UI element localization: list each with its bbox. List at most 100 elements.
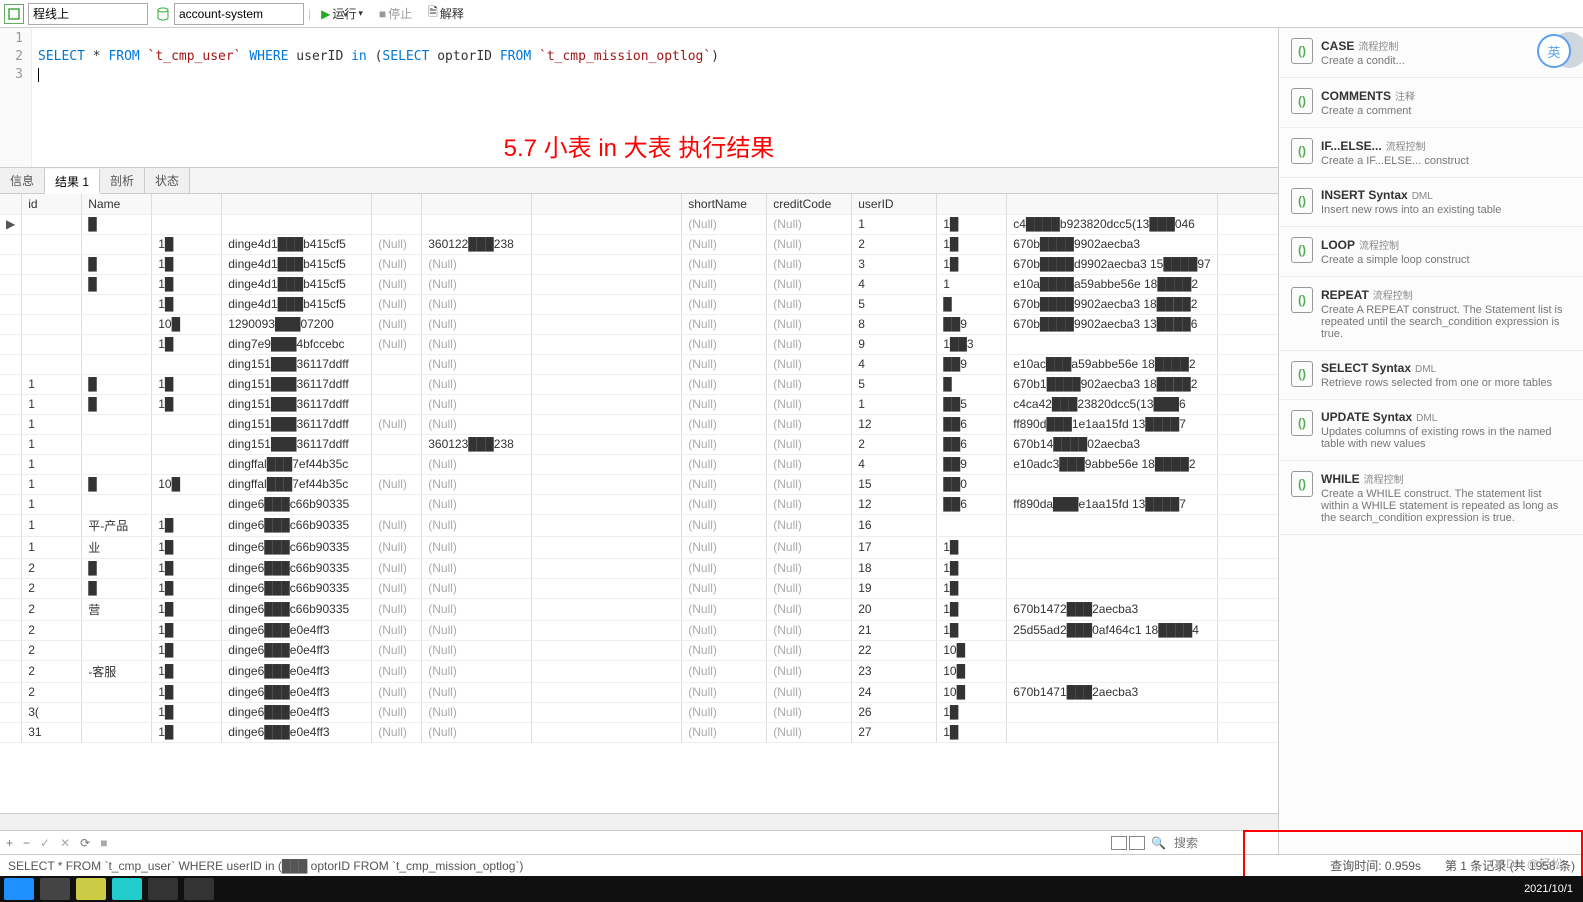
table-cell[interactable]: [1217, 374, 1278, 394]
table-cell[interactable]: [152, 214, 222, 234]
table-cell[interactable]: [1217, 660, 1278, 682]
apply-button[interactable]: ✓: [40, 836, 50, 850]
table-cell[interactable]: [532, 334, 682, 354]
table-cell[interactable]: [152, 434, 222, 454]
table-cell[interactable]: 1█: [152, 660, 222, 682]
table-cell[interactable]: (Null): [767, 314, 852, 334]
table-cell[interactable]: dinge6███e0e4ff3: [222, 620, 372, 640]
table-cell[interactable]: (Null): [682, 434, 767, 454]
taskbar-item[interactable]: [112, 878, 142, 900]
table-cell[interactable]: (Null): [372, 254, 422, 274]
snippet-item[interactable]: SELECT SyntaxDMLRetrieve rows selected f…: [1279, 351, 1583, 400]
table-row[interactable]: 1█1█ding151███36117ddff(Null)(Null)(Null…: [0, 394, 1278, 414]
grid-view-icon[interactable]: [1111, 836, 1127, 850]
table-cell[interactable]: █: [82, 214, 152, 234]
table-cell[interactable]: 1█: [152, 578, 222, 598]
table-cell[interactable]: (Null): [682, 536, 767, 558]
table-cell[interactable]: (Null): [422, 536, 532, 558]
table-cell[interactable]: 1: [22, 394, 82, 414]
table-cell[interactable]: [82, 454, 152, 474]
table-cell[interactable]: (Null): [682, 234, 767, 254]
database-input[interactable]: [175, 4, 338, 24]
table-cell[interactable]: [532, 578, 682, 598]
column-header[interactable]: [1217, 194, 1278, 214]
table-cell[interactable]: [1217, 314, 1278, 334]
table-cell[interactable]: [1217, 578, 1278, 598]
table-row[interactable]: 2-客服1█dinge6███e0e4ff3(Null)(Null)(Null)…: [0, 660, 1278, 682]
table-cell[interactable]: 2: [852, 234, 937, 254]
remove-row-button[interactable]: −: [23, 836, 30, 850]
table-cell[interactable]: (Null): [372, 702, 422, 722]
table-cell[interactable]: [1217, 234, 1278, 254]
table-cell[interactable]: 1█: [152, 274, 222, 294]
table-cell[interactable]: dinge6███c66b90335: [222, 536, 372, 558]
table-cell[interactable]: 1█: [937, 598, 1007, 620]
taskbar-item[interactable]: [76, 878, 106, 900]
table-cell[interactable]: [1217, 334, 1278, 354]
table-cell[interactable]: (Null): [767, 274, 852, 294]
table-cell[interactable]: (Null): [372, 294, 422, 314]
table-cell[interactable]: (Null): [422, 274, 532, 294]
add-row-button[interactable]: +: [6, 836, 13, 850]
table-row[interactable]: 21█dinge6███e0e4ff3(Null)(Null)(Null)(Nu…: [0, 682, 1278, 702]
table-cell[interactable]: [82, 234, 152, 254]
search-icon[interactable]: 🔍: [1151, 836, 1166, 850]
column-header[interactable]: [532, 194, 682, 214]
table-cell[interactable]: 4: [852, 354, 937, 374]
table-cell[interactable]: (Null): [682, 294, 767, 314]
sql-editor[interactable]: 1 2 3 SELECT * FROM `t_cmp_user` WHERE u…: [0, 28, 1278, 168]
table-cell[interactable]: [532, 682, 682, 702]
table-cell[interactable]: [532, 660, 682, 682]
table-cell[interactable]: dinge6███c66b90335: [222, 494, 372, 514]
table-cell[interactable]: [372, 394, 422, 414]
table-cell[interactable]: 3(: [22, 702, 82, 722]
table-cell[interactable]: [22, 254, 82, 274]
table-cell[interactable]: ding151███36117ddff: [222, 374, 372, 394]
table-cell[interactable]: (Null): [767, 682, 852, 702]
table-cell[interactable]: █: [82, 578, 152, 598]
table-cell[interactable]: [937, 514, 1007, 536]
table-cell[interactable]: 1█: [937, 722, 1007, 742]
table-cell[interactable]: [1217, 254, 1278, 274]
column-header[interactable]: [422, 194, 532, 214]
table-cell[interactable]: (Null): [422, 494, 532, 514]
table-cell[interactable]: 5: [852, 294, 937, 314]
tab-info[interactable]: 信息: [0, 168, 45, 193]
table-cell[interactable]: (Null): [682, 334, 767, 354]
table-cell[interactable]: [422, 214, 532, 234]
table-cell[interactable]: [372, 434, 422, 454]
table-cell[interactable]: █: [82, 558, 152, 578]
table-cell[interactable]: (Null): [767, 214, 852, 234]
column-header[interactable]: creditCode: [767, 194, 852, 214]
snippet-item[interactable]: WHILE流程控制Create a WHILE construct. The s…: [1279, 461, 1583, 535]
table-cell[interactable]: (Null): [767, 598, 852, 620]
table-cell[interactable]: [532, 254, 682, 274]
table-cell[interactable]: (Null): [682, 274, 767, 294]
table-row[interactable]: 21█dinge6███e0e4ff3(Null)(Null)(Null)(Nu…: [0, 620, 1278, 640]
table-cell[interactable]: 10█: [152, 474, 222, 494]
table-row[interactable]: █1█dinge4d1███b415cf5(Null)(Null)(Null)(…: [0, 274, 1278, 294]
table-cell[interactable]: (Null): [372, 334, 422, 354]
horizontal-scrollbar[interactable]: [0, 813, 1278, 830]
connection-combo[interactable]: ˅: [28, 3, 148, 25]
table-cell[interactable]: [82, 354, 152, 374]
table-cell[interactable]: 2: [22, 558, 82, 578]
table-cell[interactable]: [532, 374, 682, 394]
table-cell[interactable]: [82, 434, 152, 454]
table-cell[interactable]: [532, 474, 682, 494]
table-cell[interactable]: (Null): [767, 494, 852, 514]
table-cell[interactable]: 1: [22, 414, 82, 434]
table-cell[interactable]: [1007, 578, 1217, 598]
table-cell[interactable]: ██9: [937, 314, 1007, 334]
table-cell[interactable]: (Null): [372, 682, 422, 702]
table-cell[interactable]: 1: [852, 214, 937, 234]
table-cell[interactable]: 2: [22, 682, 82, 702]
table-cell[interactable]: (Null): [767, 434, 852, 454]
table-cell[interactable]: dinge4d1███b415cf5: [222, 274, 372, 294]
table-cell[interactable]: (Null): [372, 234, 422, 254]
table-row[interactable]: 1█dinge4d1███b415cf5(Null)360122███238(N…: [0, 234, 1278, 254]
table-cell[interactable]: [532, 722, 682, 742]
table-cell[interactable]: [82, 494, 152, 514]
table-cell[interactable]: (Null): [422, 558, 532, 578]
table-cell[interactable]: [1217, 354, 1278, 374]
